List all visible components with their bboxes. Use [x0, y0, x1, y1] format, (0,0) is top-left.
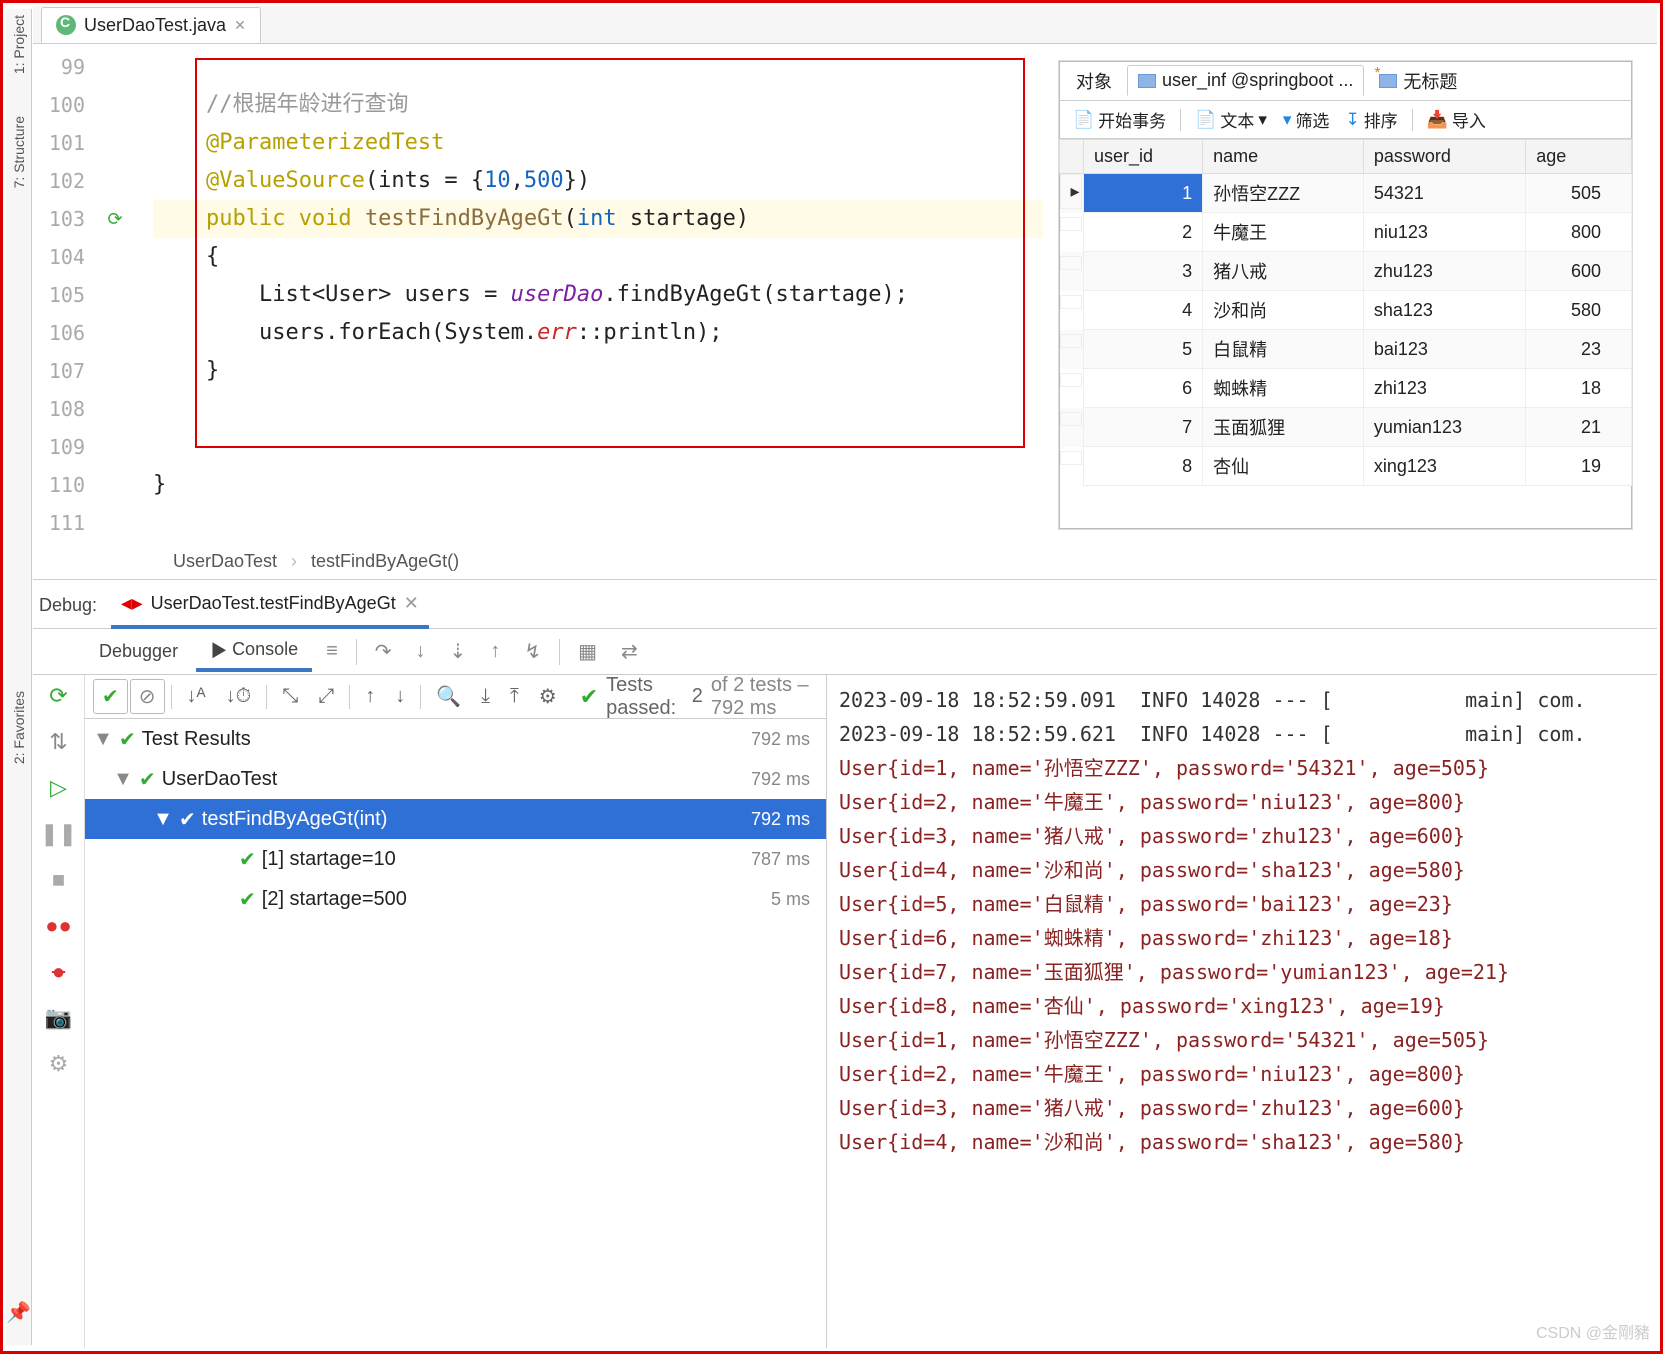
debug-run-tab[interactable]: ◀▶ UserDaoTest.testFindByAgeGt ✕	[111, 583, 429, 629]
table-icon	[1138, 74, 1156, 88]
test-node[interactable]: ▼✔testFindByAgeGt(int)792 ms	[85, 799, 826, 839]
line-gutter: 99100101102103104105106107108109110111	[33, 44, 97, 541]
db-tab-objects[interactable]: 对象	[1065, 63, 1123, 99]
find-icon[interactable]: 🔍	[427, 679, 470, 714]
text-button[interactable]: 📄文本 ▾	[1189, 105, 1273, 134]
table-row[interactable]: 5白鼠精bai12323	[1060, 330, 1632, 369]
evaluate-icon[interactable]: ▦	[568, 635, 607, 668]
tests-status: ✔ Tests passed: 2 of 2 tests – 792 ms	[568, 674, 818, 720]
check-icon: ✔	[580, 684, 598, 710]
test-toolbar: ✔ ⊘ ↓ᴬ ↓⏱ ⤡ ⤢ ↑ ↓ 🔍 ⤓ ⤒ ⚙ ✔ Tests passed…	[85, 675, 826, 719]
pause-icon[interactable]: ❚❚	[40, 821, 77, 847]
left-tool-strip: 1: Project 7: Structure 2: Favorites 📌	[6, 9, 32, 1345]
sort-alpha-icon[interactable]: ↓ᴬ	[178, 680, 215, 713]
breadcrumb-method[interactable]: testFindByAgeGt()	[311, 543, 459, 579]
filter-button[interactable]: ▾筛选	[1277, 105, 1336, 134]
filter-icon: ▾	[1283, 110, 1292, 130]
import-button[interactable]: 📥导入	[1421, 105, 1492, 134]
prev-fail-icon[interactable]: ↑	[356, 680, 384, 713]
test-tree[interactable]: ▼✔Test Results792 ms▼✔UserDaoTest792 ms▼…	[85, 719, 826, 1348]
table-row[interactable]: 7玉面狐狸yumian12321	[1060, 408, 1632, 447]
console-tab[interactable]: Console	[196, 631, 312, 672]
debugger-tab[interactable]: Debugger	[85, 633, 192, 670]
test-settings-icon[interactable]: ⚙	[530, 679, 566, 714]
step-into-icon[interactable]: ↓	[406, 636, 436, 667]
java-file-icon	[56, 15, 76, 35]
code-editor[interactable]: 99100101102103104105106107108109110111 ⟳…	[33, 44, 1043, 541]
table-row[interactable]: 6蜘蛛精zhi12318	[1060, 369, 1632, 408]
db-table[interactable]: user_idnamepasswordage ▸1孙悟空ZZZ543215052…	[1059, 139, 1632, 486]
show-ignored-icon[interactable]: ⊘	[130, 679, 165, 714]
expand-all-icon[interactable]: ⤡	[273, 680, 307, 713]
test-tree-section: ✔ ⊘ ↓ᴬ ↓⏱ ⤡ ⤢ ↑ ↓ 🔍 ⤓ ⤒ ⚙ ✔ Tests passed…	[85, 675, 827, 1348]
step-over-icon[interactable]: ↷	[365, 635, 402, 668]
pin-icon[interactable]: 📌	[6, 1300, 31, 1325]
rerun-icon[interactable]: ⟳	[49, 683, 67, 709]
resume-icon[interactable]: ▷	[50, 775, 67, 801]
collapse-all-icon[interactable]: ⤢	[309, 680, 343, 713]
debug-run-name: UserDaoTest.testFindByAgeGt	[151, 593, 396, 614]
settings-icon[interactable]: ⚙	[49, 1051, 69, 1077]
database-window: 对象 user_inf @springboot ... 无标题 📄开始事务 📄文…	[1058, 60, 1633, 530]
db-toolbar: 📄开始事务 📄文本 ▾ ▾筛选 ↧排序 📥导入	[1059, 101, 1632, 139]
close-icon[interactable]: ✕	[234, 17, 246, 34]
step-out-icon[interactable]: ↑	[480, 636, 510, 667]
camera-icon[interactable]: 📷	[45, 1005, 72, 1031]
drop-frame-icon[interactable]: ↯	[514, 635, 551, 668]
view-breakpoints-icon[interactable]: ●●	[45, 913, 72, 939]
breadcrumb[interactable]: UserDaoTest › testFindByAgeGt()	[173, 543, 459, 579]
begin-transaction-button[interactable]: 📄开始事务	[1067, 105, 1172, 134]
code-body[interactable]: //根据年龄进行查询 @ParameterizedTest @ValueSour…	[133, 44, 1043, 541]
mute-breakpoints-icon[interactable]: ●	[52, 959, 65, 985]
db-tab-userinf[interactable]: user_inf @springboot ...	[1127, 65, 1364, 96]
db-tabs: 对象 user_inf @springboot ... 无标题	[1059, 61, 1632, 101]
test-node[interactable]: ▼✔UserDaoTest792 ms	[85, 759, 826, 799]
watermark: CSDN @金剛豬	[1536, 1319, 1650, 1343]
chevron-right-icon: ›	[291, 543, 297, 579]
table-row[interactable]: 8杏仙xing12319	[1060, 447, 1632, 486]
editor-tab[interactable]: UserDaoTest.java ✕	[41, 7, 261, 43]
next-fail-icon[interactable]: ↓	[386, 680, 414, 713]
editor-tab-filename: UserDaoTest.java	[84, 15, 226, 36]
console-output[interactable]: 2023-09-18 18:52:59.091 INFO 14028 --- […	[827, 675, 1657, 1348]
force-step-into-icon[interactable]: ⇣	[440, 635, 477, 668]
test-node[interactable]: ✔[2] startage=5005 ms	[85, 879, 826, 919]
sort-icon: ↧	[1345, 110, 1359, 130]
import-tests-icon[interactable]: ⤓	[472, 680, 499, 713]
run-config-icon: ◀▶	[121, 595, 143, 612]
editor-area: UserDaoTest.java ✕ 991001011021031041051…	[33, 6, 1657, 580]
table-row[interactable]: 2牛魔王niu123800	[1060, 213, 1632, 252]
sort-time-icon[interactable]: ↓⏱	[217, 680, 261, 713]
db-tab-untitled[interactable]: 无标题	[1368, 63, 1468, 99]
debug-side-icons: ⟳ ⇅ ▷ ❚❚ ■ ●● ● 📷 ⚙	[33, 675, 85, 1348]
gutter-marks: ⟳	[97, 44, 133, 541]
show-passed-icon[interactable]: ✔	[93, 679, 128, 714]
close-icon[interactable]: ✕	[404, 593, 419, 614]
debug-bar: Debug: ◀▶ UserDaoTest.testFindByAgeGt ✕	[33, 583, 1657, 629]
threads-icon[interactable]: ≡	[316, 636, 348, 667]
toggle-icon[interactable]: ⇅	[49, 729, 67, 755]
table-row[interactable]: 3猪八戒zhu123600	[1060, 252, 1632, 291]
sidebar-project[interactable]: 1: Project	[11, 9, 27, 80]
sort-button[interactable]: ↧排序	[1339, 105, 1403, 134]
debug-panel: Debug: ◀▶ UserDaoTest.testFindByAgeGt ✕ …	[33, 583, 1657, 1348]
breadcrumb-class[interactable]: UserDaoTest	[173, 543, 277, 579]
stop-icon[interactable]: ■	[52, 867, 65, 893]
test-node[interactable]: ✔[1] startage=10787 ms	[85, 839, 826, 879]
debug-toolrow: Debugger Console ≡ ↷ ↓ ⇣ ↑ ↯ ▦ ⇄	[33, 629, 1657, 675]
table-row[interactable]: 4沙和尚sha123580	[1060, 291, 1632, 330]
sidebar-favorites[interactable]: 2: Favorites	[11, 685, 27, 770]
debug-body: ⟳ ⇅ ▷ ❚❚ ■ ●● ● 📷 ⚙ ✔ ⊘ ↓ᴬ ↓⏱ ⤡ ⤢ ↑ ↓	[33, 675, 1657, 1348]
editor-tabs: UserDaoTest.java ✕	[33, 6, 1657, 44]
sidebar-structure[interactable]: 7: Structure	[11, 110, 27, 194]
play-icon	[210, 642, 226, 658]
export-tests-icon[interactable]: ⤒	[501, 680, 528, 713]
debug-label: Debug:	[39, 595, 97, 616]
table-star-icon	[1379, 74, 1397, 88]
test-node[interactable]: ▼✔Test Results792 ms	[85, 719, 826, 759]
trace-icon[interactable]: ⇄	[611, 635, 648, 668]
table-row[interactable]: ▸1孙悟空ZZZ54321505	[1060, 174, 1632, 213]
